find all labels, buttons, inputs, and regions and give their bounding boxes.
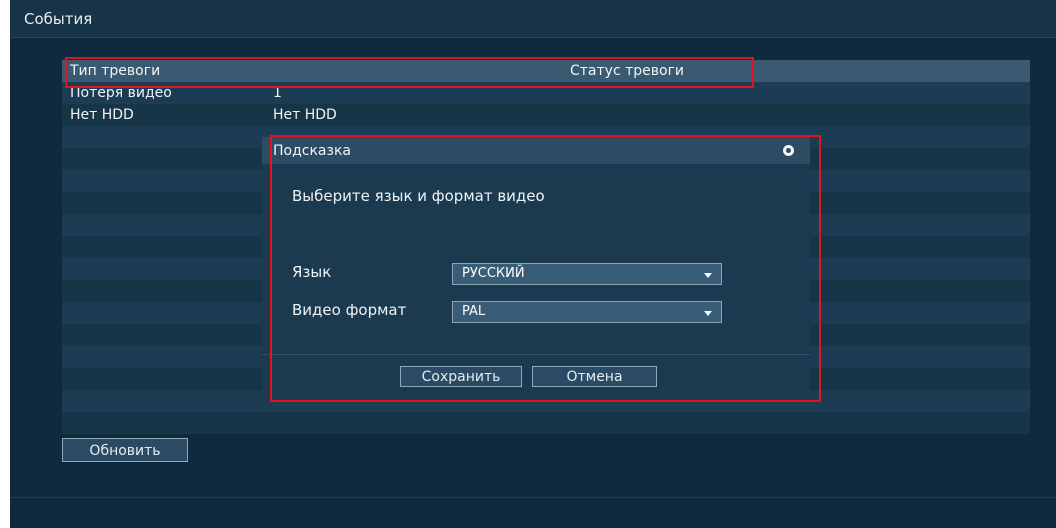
alarm-status-cell: Нет HDD [273,107,337,123]
dialog-highlight-frame [270,135,821,402]
app-screen: События Тип тревоги Статус тревоги Потер… [10,0,1056,528]
alarm-type-cell: Нет HDD [70,107,134,123]
header-highlight-frame [65,57,754,88]
footer-bar [10,497,1056,528]
refresh-button[interactable]: Обновить [62,438,188,462]
table-row [62,412,1030,434]
page-title: События [24,10,93,28]
table-row[interactable]: Нет HDD Нет HDD [62,104,1030,126]
title-bar: События [10,0,1056,38]
